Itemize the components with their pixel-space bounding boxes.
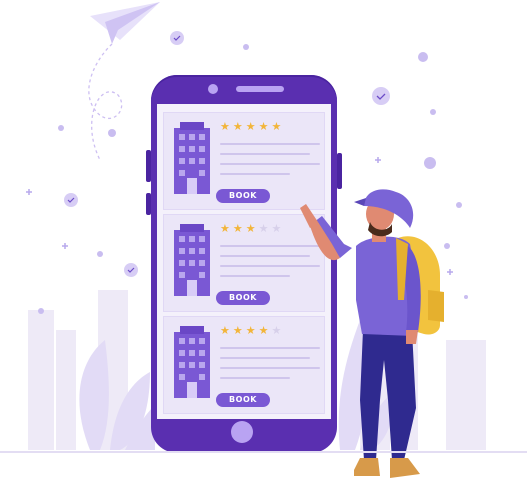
ground-line	[0, 451, 527, 453]
shoe	[354, 458, 380, 476]
pants	[360, 330, 416, 460]
illustration: ★★★★★ BOOK ★★★★★ BOOK ★★★★★ BOOK	[0, 0, 527, 489]
traveler-figure	[300, 189, 444, 478]
shoe	[390, 458, 420, 478]
